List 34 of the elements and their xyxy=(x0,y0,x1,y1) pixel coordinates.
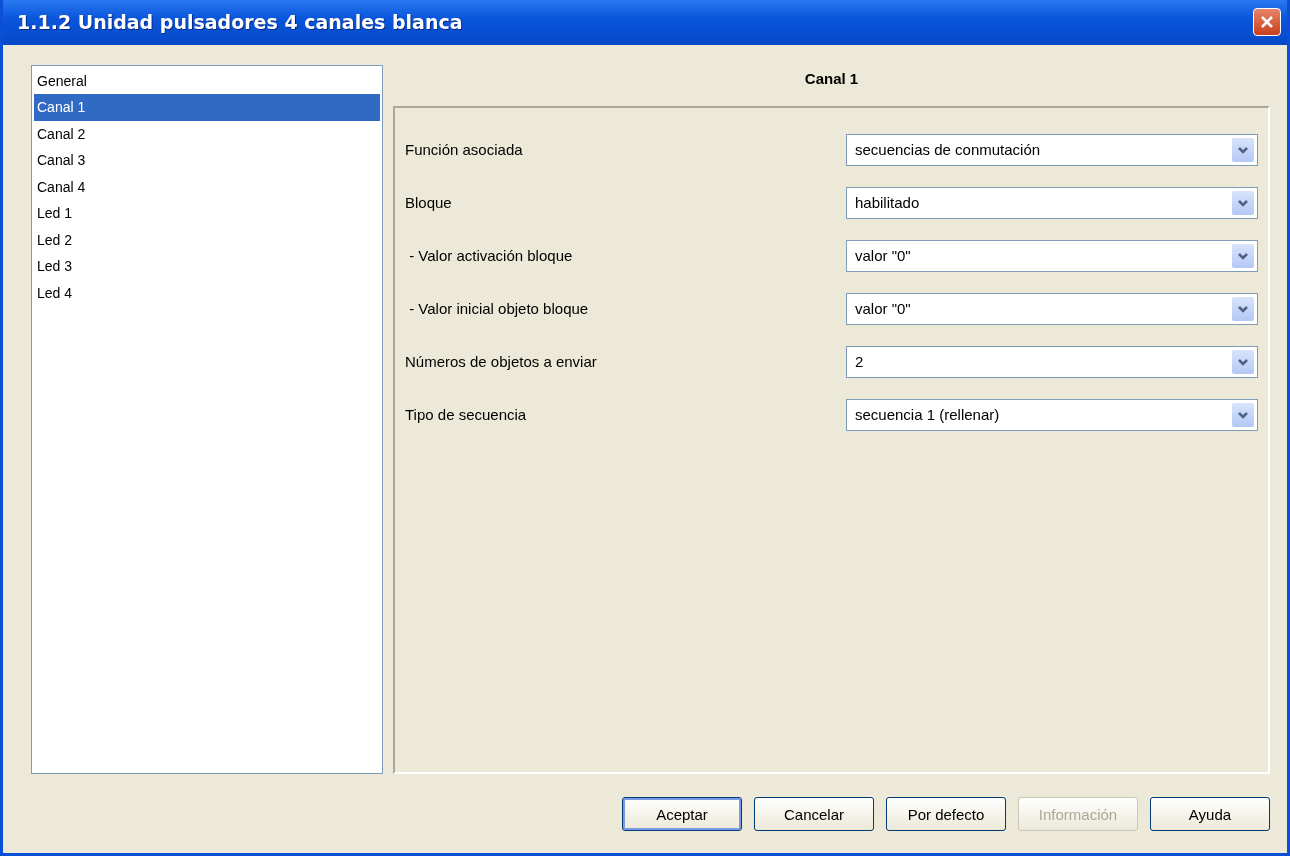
dropdown-value: habilitado xyxy=(855,194,920,212)
parameter-label: Números de objetos a enviar xyxy=(405,353,597,371)
sidebar-item[interactable]: Canal 4 xyxy=(34,173,380,201)
parameter-dropdown[interactable]: secuencia 1 (rellenar) xyxy=(846,398,1258,431)
dialog-button[interactable]: Por defecto xyxy=(886,797,1006,832)
sidebar-item[interactable]: Led 2 xyxy=(34,226,380,254)
sidebar-item[interactable]: Canal 2 xyxy=(34,120,380,148)
parameter-label: - Valor activación bloque xyxy=(408,247,573,265)
sidebar-item[interactable]: Led 4 xyxy=(34,279,380,307)
dialog-button[interactable]: Aceptar xyxy=(622,797,742,832)
dropdown-value: valor "0" xyxy=(855,247,911,265)
dropdown-value: 2 xyxy=(855,353,864,371)
parameter-dropdown[interactable]: valor "0" xyxy=(846,292,1258,325)
dropdown-value: secuencias de conmutación xyxy=(855,141,1041,159)
parameter-label: Bloque xyxy=(405,194,452,212)
sidebar-item[interactable]: Led 3 xyxy=(34,253,380,280)
parameter-label: Función asociada xyxy=(405,141,523,159)
dropdown-value: secuencia 1 (rellenar) xyxy=(855,406,1000,424)
panel-title: Canal 1 xyxy=(803,68,860,89)
parameter-label: Tipo de secuencia xyxy=(405,406,527,424)
sidebar-item[interactable]: Canal 3 xyxy=(34,147,380,174)
dropdown-value: valor "0" xyxy=(855,300,911,318)
window-title: 1.1.2 Unidad pulsadores 4 canales blanca xyxy=(17,11,463,34)
parameter-dropdown[interactable]: valor "0" xyxy=(846,239,1258,272)
sidebar-item[interactable]: Canal 1 xyxy=(34,94,380,121)
sidebar-item[interactable]: General xyxy=(34,67,380,95)
parameter-dropdown[interactable]: 2 xyxy=(846,345,1258,378)
parameter-dropdown[interactable]: habilitado xyxy=(846,186,1258,219)
parameter-label: - Valor inicial objeto bloque xyxy=(408,300,589,318)
dialog-button[interactable]: Cancelar xyxy=(754,797,874,832)
dialog-button[interactable]: Ayuda xyxy=(1150,797,1270,832)
parameter-dropdown[interactable]: secuencias de conmutación xyxy=(846,133,1258,166)
sidebar-item[interactable]: Led 1 xyxy=(34,200,380,227)
close-button[interactable] xyxy=(1253,8,1281,37)
